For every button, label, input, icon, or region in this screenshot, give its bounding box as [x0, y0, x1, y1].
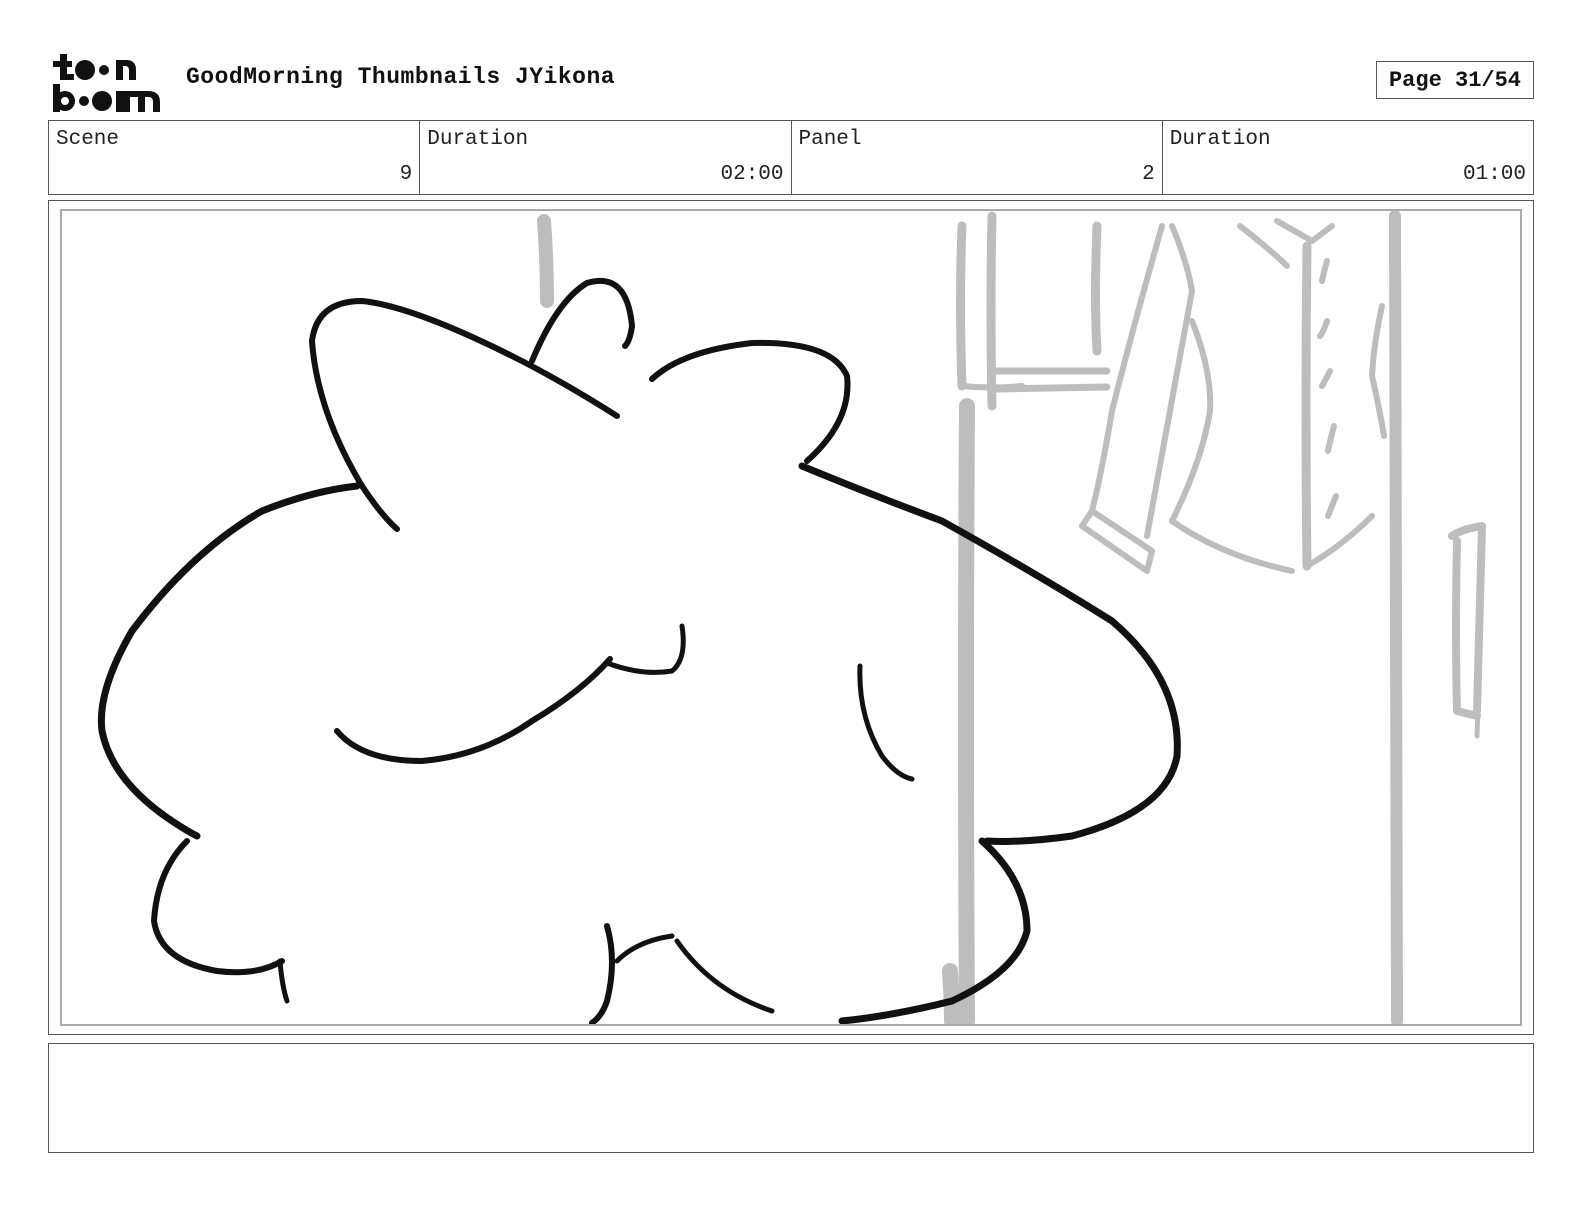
scene-cell: Scene 9 — [49, 121, 421, 194]
scene-label: Scene — [56, 128, 120, 151]
storyboard-drawing-area — [60, 209, 1522, 1026]
scene-duration-cell: Duration 02:00 — [420, 121, 792, 194]
character-sketch — [97, 277, 1181, 1024]
panel-duration-cell: Duration 01:00 — [1163, 121, 1533, 194]
scene-duration-value: 02:00 — [720, 163, 784, 186]
background-sketch — [537, 211, 1486, 1024]
document-title: GoodMorning Thumbnails JYikona — [186, 64, 616, 90]
scene-value: 9 — [399, 163, 413, 186]
storyboard-panel-frame — [48, 200, 1534, 1035]
storyboard-sketch — [97, 211, 1486, 1024]
toon-boom-logo — [53, 54, 160, 112]
scene-duration-label: Duration — [427, 128, 529, 151]
notes-box — [48, 1043, 1534, 1153]
panel-label: Panel — [798, 128, 862, 151]
page-indicator: Page 31/54 — [1376, 61, 1534, 99]
panel-duration-label: Duration — [1169, 128, 1271, 151]
panel-info-table: Scene 9 Duration 02:00 Panel 2 Duration … — [48, 120, 1534, 195]
panel-cell: Panel 2 — [792, 121, 1163, 194]
panel-duration-value: 01:00 — [1462, 163, 1526, 186]
panel-value: 2 — [1142, 163, 1155, 186]
